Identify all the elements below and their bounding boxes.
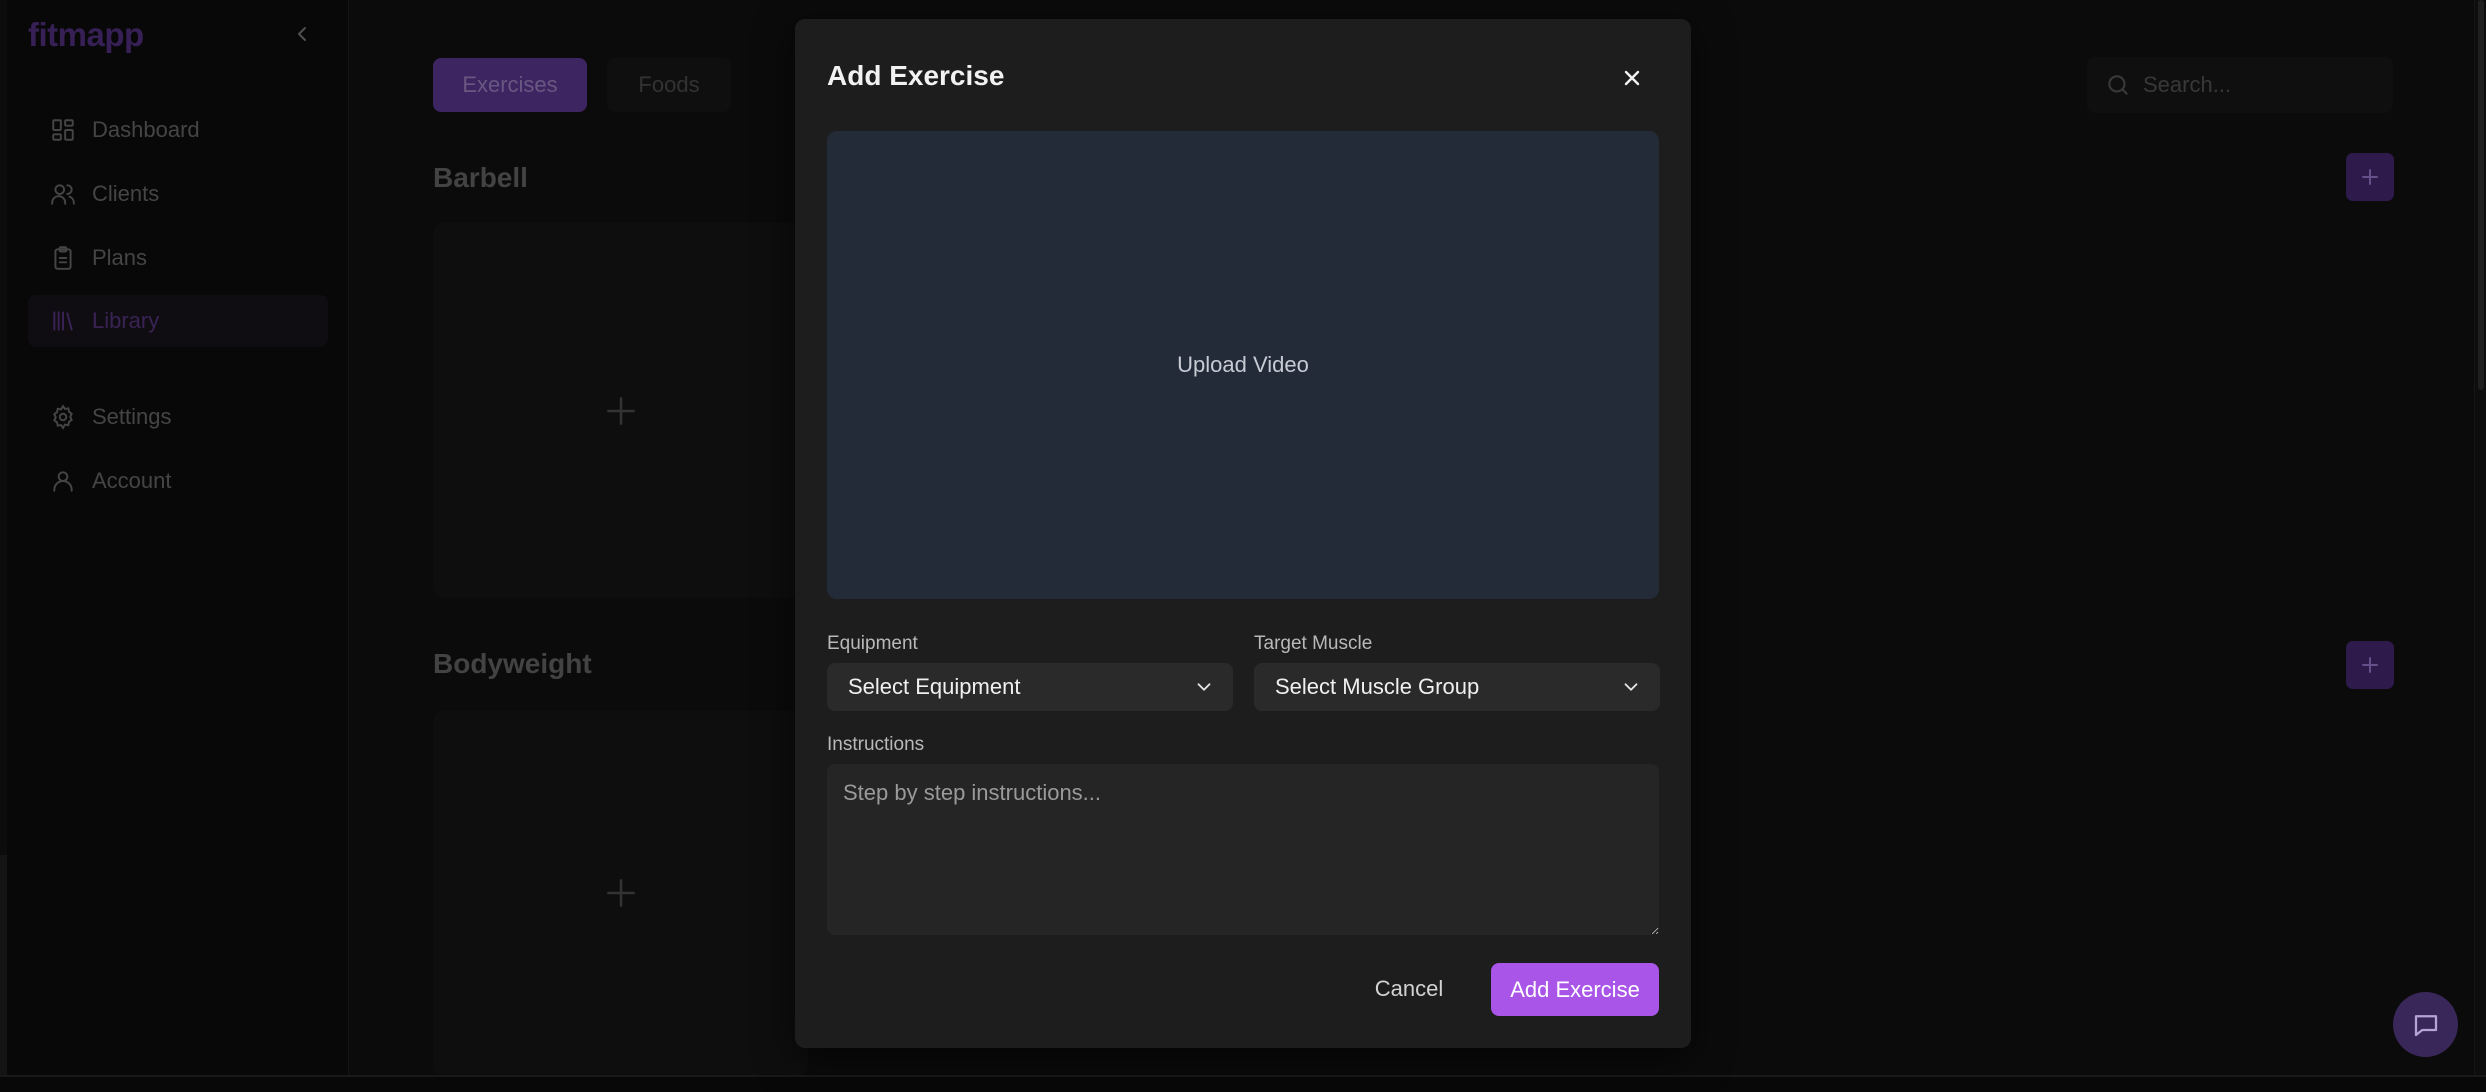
chat-icon — [2414, 1014, 2437, 1036]
app-window: fitmapp Dashboard Clients Plans Library … — [0, 0, 2486, 1092]
add-exercise-button[interactable]: Add Exercise — [1491, 963, 1659, 1016]
equipment-select-value: Select Equipment — [848, 674, 1021, 699]
add-exercise-modal: Add Exercise Upload Video Equipment Sele… — [795, 19, 1691, 1048]
close-button[interactable] — [1617, 63, 1647, 93]
cancel-button[interactable]: Cancel — [1364, 963, 1454, 1015]
equipment-select[interactable]: Select Equipment — [827, 663, 1233, 711]
modal-title: Add Exercise — [827, 60, 1005, 91]
equipment-label: Equipment — [827, 633, 918, 654]
target-muscle-label: Target Muscle — [1254, 633, 1373, 654]
chevron-down-icon — [1624, 683, 1638, 691]
close-icon — [1624, 70, 1640, 86]
instructions-textarea[interactable] — [827, 764, 1659, 935]
chevron-down-icon — [1197, 683, 1211, 691]
chat-support-button[interactable] — [2393, 992, 2458, 1057]
instructions-label: Instructions — [827, 734, 925, 755]
upload-video-dropzone[interactable]: Upload Video — [827, 131, 1659, 599]
target-muscle-select[interactable]: Select Muscle Group — [1254, 663, 1660, 711]
upload-video-label: Upload Video — [1177, 352, 1309, 377]
target-muscle-select-value: Select Muscle Group — [1275, 674, 1480, 699]
